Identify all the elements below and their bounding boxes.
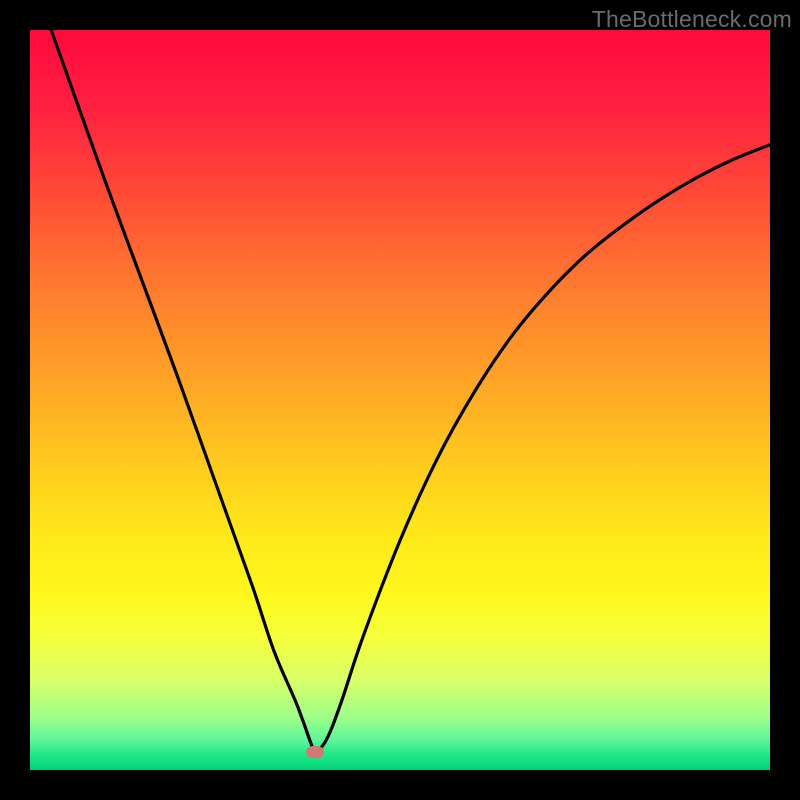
watermark-text: TheBottleneck.com (592, 6, 792, 33)
curve-svg (30, 30, 770, 770)
optimal-point-marker (306, 746, 324, 758)
plot-area (30, 30, 770, 770)
chart-frame: TheBottleneck.com (0, 0, 800, 800)
bottleneck-curve (30, 0, 770, 752)
